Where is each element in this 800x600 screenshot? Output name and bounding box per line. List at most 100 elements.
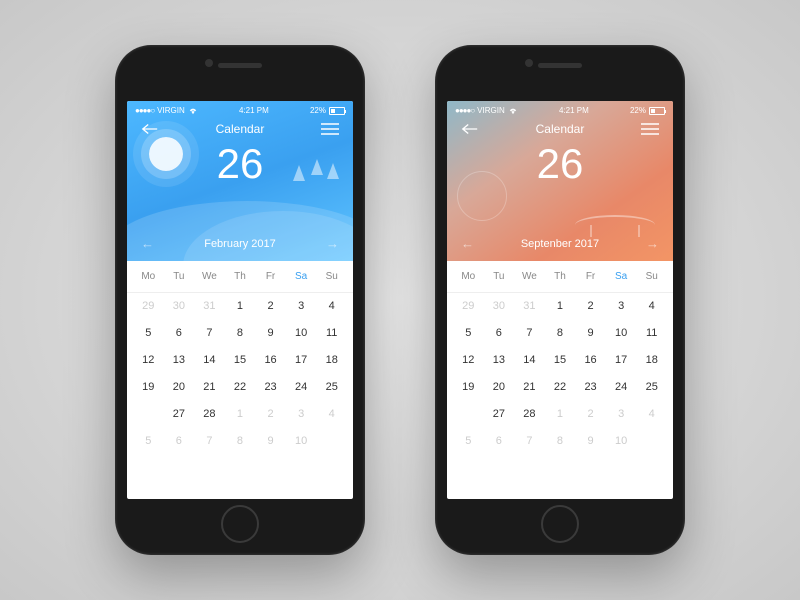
day-cell[interactable]: 30 (164, 297, 195, 315)
day-cell[interactable]: 19 (133, 378, 164, 396)
day-cell[interactable]: 22 (225, 378, 256, 396)
day-cell[interactable]: 25 (636, 378, 667, 396)
day-cell[interactable]: 14 (514, 351, 545, 369)
next-month-button[interactable]: → (326, 236, 339, 251)
day-cell[interactable]: 9 (255, 324, 286, 342)
day-cell[interactable]: 2 (575, 297, 606, 315)
day-cell[interactable]: 4 (316, 405, 347, 423)
day-cell[interactable]: 1 (225, 405, 256, 423)
day-cell[interactable]: 27 (484, 405, 515, 423)
day-cell[interactable]: 5 (133, 324, 164, 342)
day-cell[interactable]: 3 (606, 297, 637, 315)
home-button[interactable] (221, 505, 259, 543)
day-cell[interactable]: 24 (606, 378, 637, 396)
day-cell[interactable]: 8 (545, 324, 576, 342)
day-cell[interactable]: 4 (636, 297, 667, 315)
day-cell[interactable]: 7 (194, 324, 225, 342)
day-cell[interactable]: 27 (164, 405, 195, 423)
day-cell[interactable]: 23 (575, 378, 606, 396)
day-cell[interactable]: 15 (225, 351, 256, 369)
menu-icon[interactable] (641, 122, 659, 136)
day-cell[interactable]: 9 (575, 432, 606, 450)
day-cell[interactable]: 19 (453, 378, 484, 396)
day-cell[interactable]: 6 (164, 324, 195, 342)
day-cell[interactable]: 5 (133, 432, 164, 450)
day-cell[interactable]: 6 (164, 432, 195, 450)
day-cell[interactable]: 31 (514, 297, 545, 315)
menu-icon[interactable] (321, 122, 339, 136)
day-cell[interactable]: 13 (164, 351, 195, 369)
day-cell[interactable]: 6 (484, 324, 515, 342)
back-icon[interactable] (141, 122, 159, 136)
day-cell[interactable]: 3 (286, 405, 317, 423)
day-cell[interactable]: 11 (636, 324, 667, 342)
day-cell[interactable]: 10 (286, 324, 317, 342)
page-title: Calendar (216, 122, 265, 136)
day-cell[interactable]: 29 (133, 297, 164, 315)
weekday-label: Tu (484, 271, 515, 282)
day-cell[interactable]: 20 (164, 378, 195, 396)
day-cell[interactable]: 1 (225, 297, 256, 315)
day-cell[interactable]: 2 (575, 405, 606, 423)
day-cell[interactable]: 28 (514, 405, 545, 423)
day-cell[interactable]: 28 (194, 405, 225, 423)
day-cell[interactable]: 7 (514, 432, 545, 450)
day-cell[interactable]: 10 (606, 432, 637, 450)
day-cell[interactable]: 10 (286, 432, 317, 450)
day-cell[interactable]: 29 (453, 297, 484, 315)
weekday-label: Mo (133, 271, 164, 282)
prev-month-button[interactable]: ← (461, 236, 474, 251)
day-cell[interactable]: 25 (316, 378, 347, 396)
prev-month-button[interactable]: ← (141, 236, 154, 251)
day-cell[interactable]: 21 (194, 378, 225, 396)
day-cell[interactable]: 20 (484, 378, 515, 396)
back-icon[interactable] (461, 122, 479, 136)
day-cell[interactable]: 9 (255, 432, 286, 450)
day-cell[interactable]: 13 (484, 351, 515, 369)
weekday-header: MoTuWeThFrSaSu (127, 261, 353, 293)
day-cell[interactable]: 21 (514, 378, 545, 396)
next-month-button[interactable]: → (646, 236, 659, 251)
day-cell[interactable]: 16 (255, 351, 286, 369)
day-cell[interactable]: 2 (255, 297, 286, 315)
day-cell[interactable]: 17 (286, 351, 317, 369)
day-cell[interactable]: 3 (606, 405, 637, 423)
day-cell[interactable]: 26 (453, 405, 484, 423)
day-cell[interactable]: 5 (453, 432, 484, 450)
day-cell[interactable]: 26 (133, 405, 164, 423)
day-cell[interactable]: 3 (286, 297, 317, 315)
day-cell[interactable]: 30 (484, 297, 515, 315)
day-cell[interactable]: 18 (636, 351, 667, 369)
day-cell[interactable]: 9 (575, 324, 606, 342)
day-cell[interactable]: 15 (545, 351, 576, 369)
day-cell[interactable]: 10 (606, 324, 637, 342)
day-cell[interactable]: 5 (453, 324, 484, 342)
day-cell[interactable]: 12 (453, 351, 484, 369)
day-cell[interactable]: 22 (545, 378, 576, 396)
day-cell[interactable]: 17 (606, 351, 637, 369)
day-cell[interactable]: 7 (194, 432, 225, 450)
day-cell[interactable]: 18 (316, 351, 347, 369)
day-cell[interactable]: 31 (194, 297, 225, 315)
day-cell[interactable]: 4 (636, 405, 667, 423)
month-label: Septenber 2017 (521, 238, 599, 250)
day-cell[interactable]: 11 (316, 324, 347, 342)
home-button[interactable] (541, 505, 579, 543)
tree-icon (327, 163, 339, 179)
day-cell[interactable]: 8 (225, 324, 256, 342)
day-cell[interactable]: 14 (194, 351, 225, 369)
tree-icon (293, 165, 305, 181)
day-cell[interactable]: 7 (514, 324, 545, 342)
day-cell[interactable]: 8 (545, 432, 576, 450)
day-cell[interactable]: 16 (575, 351, 606, 369)
day-cell[interactable]: 1 (545, 297, 576, 315)
day-cell[interactable]: 2 (255, 405, 286, 423)
day-cell[interactable]: 4 (316, 297, 347, 315)
day-cell[interactable]: 24 (286, 378, 317, 396)
day-cell[interactable]: 1 (545, 405, 576, 423)
day-cell[interactable]: 8 (225, 432, 256, 450)
page-title: Calendar (536, 122, 585, 136)
day-cell[interactable]: 6 (484, 432, 515, 450)
day-cell[interactable]: 12 (133, 351, 164, 369)
day-cell[interactable]: 23 (255, 378, 286, 396)
